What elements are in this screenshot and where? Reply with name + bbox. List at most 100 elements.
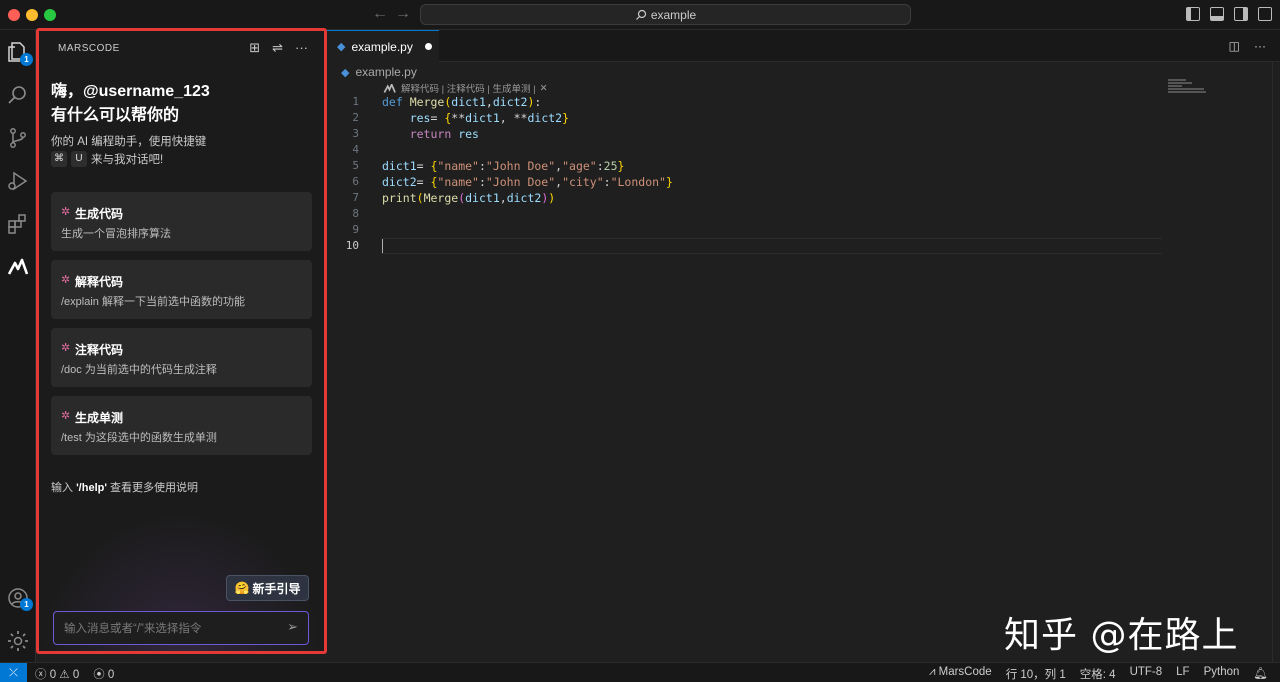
- explorer-badge: 1: [20, 53, 33, 66]
- tab-bar: ◆ example.py ◫ ···: [327, 30, 1280, 62]
- suggestion-card-doc[interactable]: ✲ 注释代码 /doc 为当前选中的代码生成注释: [51, 328, 312, 387]
- code-line: 6 dict2= {"name":"John Doe","city":"Londo…: [327, 174, 1167, 190]
- code-line: 5 dict1= {"name":"John Doe","age":25}: [327, 158, 1167, 174]
- activity-bar: 1 1: [0, 30, 36, 662]
- error-count: 0: [49, 669, 57, 681]
- beginner-guide-button[interactable]: 🤗 新手引导: [226, 575, 309, 601]
- line-number: 6: [352, 175, 359, 188]
- ports-status[interactable]: ⦿ 0: [93, 666, 114, 682]
- panel-title: MARSCODE: [58, 43, 120, 54]
- sparkle-icon: ✲: [61, 274, 71, 286]
- current-line-highlight: [381, 238, 1162, 254]
- code-line: 8: [327, 206, 1167, 222]
- notifications-bell-icon[interactable]: 🔔︎: [1253, 666, 1268, 682]
- run-debug-icon[interactable]: [6, 169, 30, 193]
- marscode-icon: [383, 83, 396, 93]
- sparkle-icon: ✲: [61, 206, 71, 218]
- watermark: 知乎 @在路上: [1004, 615, 1239, 656]
- command-center-text: example: [650, 7, 697, 22]
- minimap[interactable]: [1168, 79, 1208, 95]
- line-number: 3: [352, 127, 359, 140]
- chat-input[interactable]: [64, 620, 274, 638]
- end-of-line[interactable]: LF: [1176, 666, 1189, 682]
- indentation[interactable]: 空格: 4: [1080, 666, 1116, 682]
- line-number: 4: [352, 143, 359, 156]
- marscode-panel: MARSCODE ⊞ ⇌ ··· 嗨，@username_123 有什么可以帮你…: [36, 28, 327, 654]
- editor-actions: ◫ ···: [1229, 39, 1266, 53]
- codelens-actions[interactable]: 解释代码 | 注释代码 | 生成单测 |: [401, 81, 536, 95]
- command-center-search[interactable]: example: [420, 4, 911, 25]
- toggle-secondary-sidebar-icon[interactable]: [1234, 7, 1248, 21]
- tab-label: example.py: [351, 39, 413, 54]
- card-description: 生成一个冒泡排序算法: [61, 228, 171, 240]
- marscode-status[interactable]: ⩘ MarsCode: [929, 666, 992, 682]
- suggestion-card-test[interactable]: ✲ 生成单测 /test 为这段选中的函数生成单测: [51, 396, 312, 455]
- python-file-icon: ◆: [341, 66, 350, 79]
- editor-scrollbar[interactable]: [1272, 62, 1280, 662]
- remote-indicator-icon[interactable]: ⤫: [0, 663, 27, 682]
- search-icon: [635, 9, 646, 20]
- source-control-icon[interactable]: [6, 126, 30, 150]
- marscode-icon[interactable]: [6, 255, 30, 279]
- code-line: 9: [327, 222, 1167, 238]
- status-left: ⓧ 0 ⚠ 0 ⦿ 0: [35, 666, 114, 682]
- line-number: 2: [352, 111, 359, 124]
- intro-text: 你的 AI 编程助手，使用快捷键: [51, 136, 207, 148]
- search-icon[interactable]: [6, 83, 30, 107]
- chat-input-box[interactable]: ➢: [53, 611, 309, 645]
- python-file-icon: ◆: [337, 41, 346, 53]
- status-bar: ⤫ ⓧ 0 ⚠ 0 ⦿ 0 ⩘ MarsCode 行 10，列 1 空格: 4 …: [0, 662, 1280, 682]
- help-prefix: 输入: [51, 482, 73, 494]
- extensions-icon[interactable]: [6, 212, 30, 236]
- toggle-panel-icon[interactable]: [1210, 7, 1224, 21]
- suggestion-card-explain[interactable]: ✲ 解释代码 /explain 解释一下当前选中函数的功能: [51, 260, 312, 319]
- help-hint: 输入 '/help' 查看更多使用说明: [51, 479, 198, 495]
- line-number: 9: [352, 223, 359, 236]
- ports-count: 0: [107, 669, 115, 681]
- help-suffix: 查看更多使用说明: [110, 482, 199, 494]
- close-icon[interactable]: ✕: [540, 83, 548, 94]
- line-number: 7: [352, 191, 359, 204]
- encoding[interactable]: UTF-8: [1130, 666, 1163, 682]
- line-number: 5: [352, 159, 359, 172]
- new-chat-icon[interactable]: ⊞: [249, 40, 260, 56]
- breadcrumb: ◆ example.py: [341, 65, 417, 79]
- gear-icon[interactable]: [6, 629, 30, 653]
- more-actions-icon[interactable]: ···: [1254, 39, 1266, 53]
- card-title: 生成单测: [75, 411, 124, 425]
- more-actions-icon[interactable]: ···: [295, 40, 308, 56]
- minimize-window-button[interactable]: [26, 9, 38, 21]
- breadcrumb-file[interactable]: example.py: [355, 65, 416, 79]
- customize-layout-icon[interactable]: [1258, 7, 1272, 21]
- language-mode[interactable]: Python: [1204, 666, 1240, 682]
- unsaved-dot-icon[interactable]: [424, 43, 432, 50]
- title-bar: ← → example: [0, 0, 1280, 30]
- card-description: /explain 解释一下当前选中函数的功能: [61, 296, 245, 308]
- text-cursor: [382, 239, 383, 253]
- problems-status[interactable]: ⓧ 0 ⚠ 0: [35, 666, 79, 682]
- greeting-line-1: 嗨，@username_123: [51, 83, 210, 100]
- toggle-primary-sidebar-icon[interactable]: [1186, 7, 1200, 21]
- cursor-position[interactable]: 行 10，列 1: [1006, 666, 1066, 682]
- code-editor[interactable]: 1 def Merge(dict1,dict2): 2 res= {**dict1…: [327, 94, 1167, 254]
- tab-example-py[interactable]: ◆ example.py: [327, 30, 439, 62]
- sparkle-icon: ✲: [61, 410, 71, 422]
- layout-controls: [1186, 7, 1272, 21]
- panel-actions: ⊞ ⇌ ···: [249, 40, 308, 56]
- editor-area: ◆ example.py ◫ ··· ◆ example.py 解释代码 | 注…: [327, 30, 1280, 662]
- accounts-badge: 1: [20, 598, 33, 611]
- code-line: 4: [327, 142, 1167, 158]
- card-title: 注释代码: [75, 343, 124, 357]
- split-editor-icon[interactable]: ◫: [1229, 39, 1240, 53]
- settings-sliders-icon[interactable]: ⇌: [272, 40, 283, 56]
- suggestion-card-generate[interactable]: ✲ 生成代码 生成一个冒泡排序算法: [51, 192, 312, 251]
- code-line: 2 res= {**dict1, **dict2}: [327, 110, 1167, 126]
- guide-label: 新手引导: [252, 581, 301, 596]
- cmd-key: ⌘: [51, 151, 67, 167]
- arrow-right-icon[interactable]: →: [395, 5, 411, 23]
- maximize-window-button[interactable]: [44, 9, 56, 21]
- help-command: '/help': [76, 482, 107, 494]
- arrow-left-icon[interactable]: ←: [372, 5, 388, 23]
- close-window-button[interactable]: [8, 9, 20, 21]
- send-icon[interactable]: ➢: [287, 619, 298, 635]
